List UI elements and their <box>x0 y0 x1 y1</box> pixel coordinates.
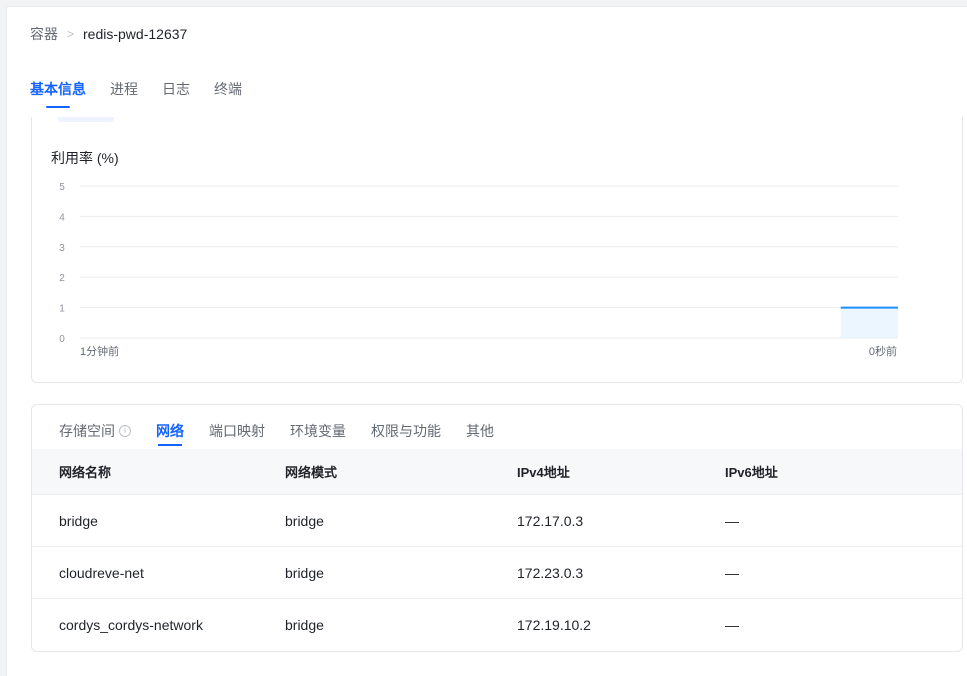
breadcrumb-separator: > <box>67 27 75 41</box>
tab-port-mapping[interactable]: 端口映射 <box>209 421 265 441</box>
column-header: IPv4地址 <box>517 465 570 480</box>
network-name-cell: cloudreve-net <box>59 564 144 581</box>
x-tick-label: 1分钟前 <box>80 344 119 358</box>
breadcrumb-containers-link[interactable]: 容器 <box>30 24 58 44</box>
table-row: cloudreve-net bridge 172.23.0.3 — <box>32 547 962 599</box>
usage-chart-card: 利用率 (%) 0 1 2 3 4 5 1分钟前 0秒前 <box>31 117 963 383</box>
tab-storage[interactable]: 存储空间 i <box>59 421 131 441</box>
y-tick-label: 3 <box>59 243 65 254</box>
tab-terminal[interactable]: 终端 <box>214 79 242 109</box>
column-header: 网络名称 <box>59 465 112 480</box>
column-header: IPv6地址 <box>725 465 778 480</box>
table-row: bridge bridge 172.17.0.3 — <box>32 495 962 547</box>
tab-basic-info[interactable]: 基本信息 <box>30 79 86 109</box>
ipv4-cell: 172.17.0.3 <box>517 512 584 529</box>
y-tick-label: 2 <box>59 273 65 284</box>
x-tick-label: 0秒前 <box>869 344 897 358</box>
network-card: 存储空间 i 网络 端口映射 环境变量 权限与功能 其他 网络名称 网络模式 I… <box>31 404 963 652</box>
tab-processes[interactable]: 进程 <box>110 79 138 109</box>
ipv6-cell: — <box>725 512 739 529</box>
y-tick-label: 0 <box>59 334 65 345</box>
network-name-cell: cordys_cordys-network <box>59 617 203 633</box>
ipv6-cell: — <box>725 564 739 581</box>
ipv6-cell: — <box>725 617 739 633</box>
info-icon[interactable]: i <box>119 425 131 437</box>
breadcrumb: 容器 > redis-pwd-12637 <box>30 24 187 44</box>
breadcrumb-current: redis-pwd-12637 <box>83 26 188 42</box>
tab-env-vars[interactable]: 环境变量 <box>290 421 346 441</box>
detail-sub-tabs: 存储空间 i 网络 端口映射 环境变量 权限与功能 其他 <box>59 421 519 446</box>
ipv4-cell: 172.23.0.3 <box>517 564 584 581</box>
tab-logs[interactable]: 日志 <box>162 79 190 109</box>
series-area <box>840 307 898 338</box>
usage-chart: 0 1 2 3 4 5 1分钟前 0秒前 <box>59 182 898 358</box>
table-row: cordys_cordys-network bridge 172.19.10.2… <box>32 599 962 651</box>
tab-network[interactable]: 网络 <box>156 421 184 446</box>
ipv4-cell: 172.19.10.2 <box>517 617 591 633</box>
network-mode-cell: bridge <box>285 564 324 581</box>
network-table: 网络名称 网络模式 IPv4地址 IPv6地址 bridge bridge 17… <box>32 449 962 651</box>
column-header: 网络模式 <box>285 465 338 480</box>
table-header: 网络名称 网络模式 IPv4地址 IPv6地址 <box>32 449 962 495</box>
network-mode-cell: bridge <box>285 512 324 529</box>
y-tick-label: 1 <box>59 304 65 315</box>
main-tabs: 基本信息 进程 日志 终端 <box>30 79 266 109</box>
tab-other[interactable]: 其他 <box>466 421 494 441</box>
network-mode-cell: bridge <box>285 617 324 633</box>
tab-permissions[interactable]: 权限与功能 <box>371 421 441 441</box>
network-name-cell: bridge <box>59 512 98 529</box>
y-tick-label: 5 <box>59 182 65 193</box>
container-detail-page: 容器 > redis-pwd-12637 基本信息 进程 日志 终端 利用率 (… <box>6 6 967 676</box>
tab-storage-label: 存储空间 <box>59 423 115 439</box>
y-tick-label: 4 <box>59 212 65 223</box>
